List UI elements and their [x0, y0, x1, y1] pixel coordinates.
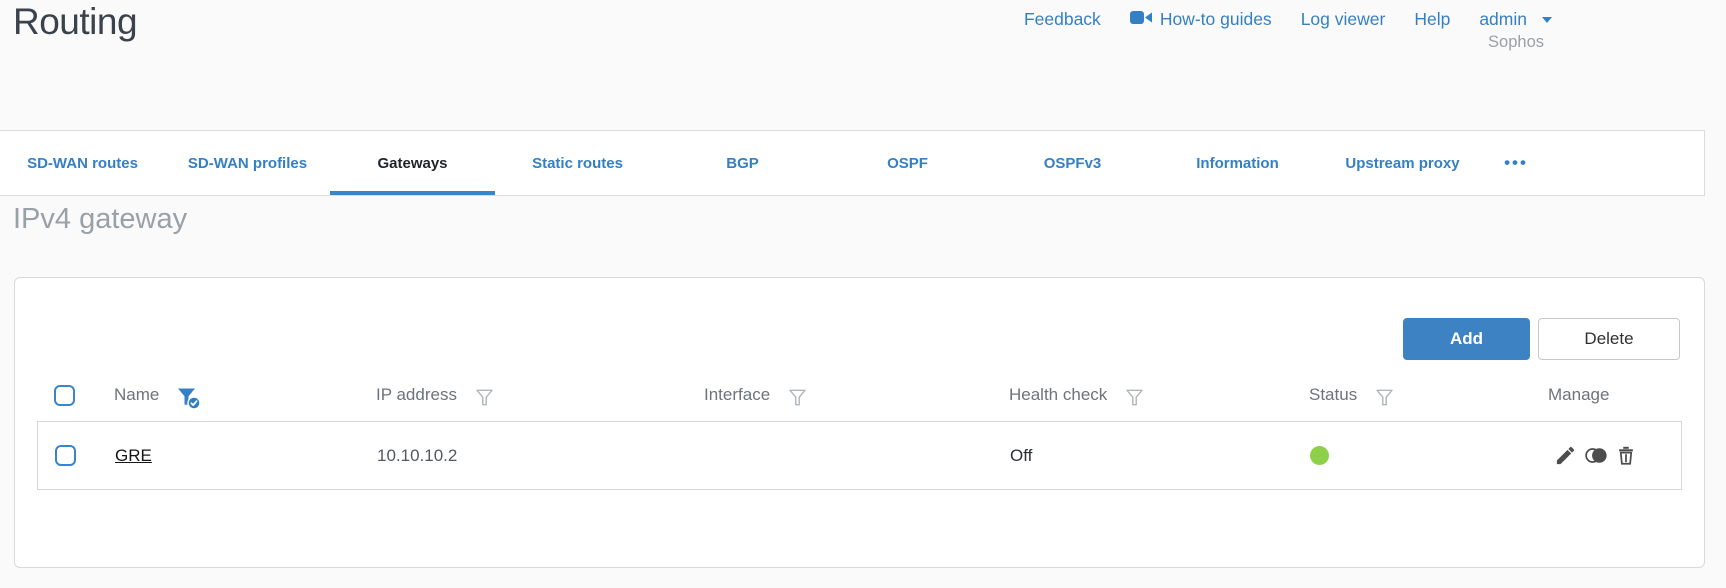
tab-overflow-ellipsis[interactable]: ••• — [1485, 131, 1547, 195]
select-all-checkbox[interactable] — [54, 384, 75, 406]
tab-ospf[interactable]: OSPF — [825, 131, 990, 195]
gateway-name-link[interactable]: GRE — [115, 446, 152, 466]
column-header-manage: Manage — [1548, 385, 1610, 404]
column-header-name: Name — [114, 385, 160, 404]
column-header-health-check: Health check — [1009, 385, 1108, 404]
brand-label: Sophos — [1488, 33, 1544, 51]
delete-button[interactable]: Delete — [1538, 318, 1680, 360]
tab-upstream-proxy[interactable]: Upstream proxy — [1320, 131, 1485, 195]
admin-label: admin — [1479, 9, 1527, 29]
funnel-icon[interactable] — [1123, 386, 1146, 409]
row-health-check: Off — [1010, 445, 1033, 465]
chevron-down-icon — [1542, 16, 1552, 23]
column-header-status: Status — [1309, 385, 1358, 404]
page-title: Routing — [13, 1, 138, 42]
howto-guides-label: How-to guides — [1159, 9, 1272, 29]
tab-sd-wan-routes[interactable]: SD-WAN routes — [0, 131, 165, 195]
howto-guides-link[interactable]: How-to guides — [1129, 9, 1272, 30]
tab-gateways[interactable]: Gateways — [330, 131, 495, 195]
section-heading: IPv4 gateway — [13, 203, 188, 235]
tab-bgp[interactable]: BGP — [660, 131, 825, 195]
log-viewer-label: Log viewer — [1300, 9, 1386, 29]
top-nav: Feedback How-to guides Log viewer Help a… — [1024, 9, 1552, 30]
feedback-link[interactable]: Feedback — [1024, 9, 1101, 30]
funnel-icon[interactable] — [786, 386, 809, 409]
table-toolbar: Add Delete — [1403, 318, 1680, 360]
tab-information[interactable]: Information — [1155, 131, 1320, 195]
tab-ospfv3[interactable]: OSPFv3 — [990, 131, 1155, 195]
log-viewer-link[interactable]: Log viewer — [1301, 9, 1386, 30]
admin-menu[interactable]: admin — [1479, 9, 1552, 30]
feedback-label: Feedback — [1023, 9, 1101, 29]
add-button[interactable]: Add — [1403, 318, 1530, 360]
row-checkbox[interactable] — [55, 445, 76, 466]
tab-static-routes[interactable]: Static routes — [495, 131, 660, 195]
filter-active-icon[interactable] — [175, 384, 202, 410]
pencil-icon[interactable] — [1554, 444, 1577, 467]
tab-bar: SD-WAN routes SD-WAN profiles Gateways S… — [0, 130, 1705, 196]
funnel-icon[interactable] — [473, 386, 496, 409]
trash-icon[interactable] — [1615, 444, 1637, 467]
ipv4-gateway-card: Add Delete Name IP address Interface Hea… — [14, 277, 1705, 568]
table-row: GRE 10.10.10.2 Off — [37, 421, 1682, 490]
clone-icon[interactable] — [1583, 444, 1609, 467]
help-label: Help — [1414, 9, 1451, 29]
table-header: Name IP address Interface Health check S… — [37, 374, 1682, 416]
column-header-ip-address: IP address — [376, 385, 457, 404]
video-camera-icon — [1129, 9, 1152, 30]
column-header-interface: Interface — [704, 385, 771, 404]
status-up-dot — [1310, 446, 1329, 465]
tab-sd-wan-profiles[interactable]: SD-WAN profiles — [165, 131, 330, 195]
funnel-icon[interactable] — [1373, 386, 1396, 409]
row-ip-address: 10.10.10.2 — [377, 445, 458, 465]
help-link[interactable]: Help — [1414, 9, 1450, 30]
manage-actions — [1554, 444, 1637, 467]
